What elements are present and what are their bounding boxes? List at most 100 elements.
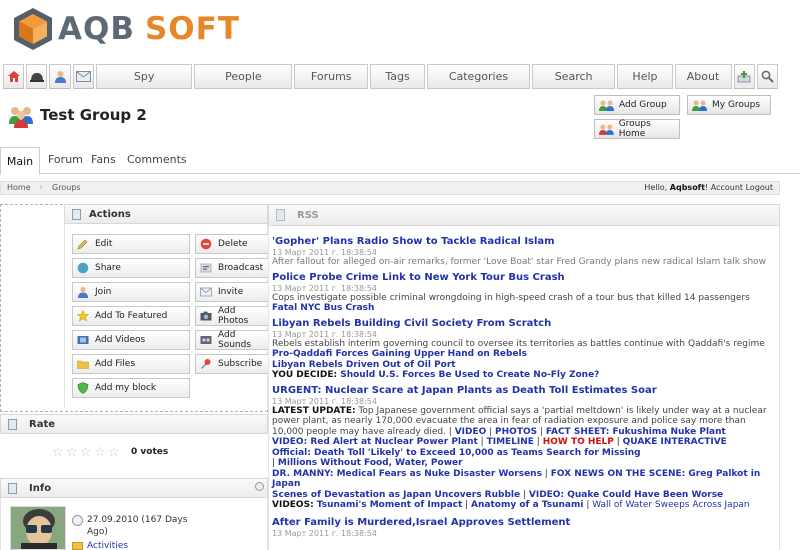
nav-tab-about[interactable]: About (674, 64, 732, 89)
rss-item-link[interactable]: Wall of Water Sweeps Across Japan (592, 500, 749, 510)
subscribe-button[interactable]: Subscribe (195, 354, 268, 374)
nav-tab-search[interactable]: Search (531, 64, 616, 89)
rss-item-line: | Millions Without Food, Water, Power (272, 458, 463, 468)
user-icon (78, 286, 88, 298)
search-icon (761, 70, 774, 83)
mail-icon (75, 71, 91, 82)
rss-item-link[interactable]: VIDEO: Red Alert at Nuclear Power Plant (272, 437, 478, 447)
home-icon (7, 71, 20, 82)
my-groups-button[interactable]: My Groups (687, 95, 771, 115)
star-icon[interactable]: ☆ (94, 446, 107, 459)
nav-tab-help[interactable]: Help (617, 64, 673, 89)
group-icon (692, 100, 707, 111)
rss-item-title[interactable]: After Family is Murdered,Israel Approves… (272, 516, 776, 529)
rss-item-line: VIDEO: Red Alert at Nuclear Power Plant … (272, 437, 727, 447)
nav-tab-spy[interactable]: Spy (95, 64, 193, 89)
rss-item-link[interactable]: Pro-Qaddafi Forces Gaining Upper Hand on… (272, 349, 776, 360)
nav-tab-forums[interactable]: Forums (294, 64, 368, 89)
star-icon[interactable]: ☆ (66, 446, 79, 459)
group-tabs: Main Forum Fans Comments (0, 147, 800, 175)
account-link[interactable]: Account (711, 183, 743, 192)
rating-stars[interactable]: ☆ ☆ ☆ ☆ ☆ (52, 446, 122, 459)
rss-panel-header[interactable]: RSS (268, 204, 780, 226)
tab-fans[interactable]: Fans (91, 153, 116, 166)
nav-tab-people[interactable]: People (194, 64, 293, 89)
add-videos-button[interactable]: Add Videos (72, 330, 190, 350)
add-files-button[interactable]: Add Files (72, 354, 190, 374)
globe-icon (77, 262, 89, 274)
rss-item-link[interactable]: PHOTOS (495, 427, 537, 437)
rss-item-title[interactable]: 'Gopher' Plans Radio Show to Tackle Radi… (272, 235, 776, 248)
rss-item-date: 13 Март 2011 г. 18:38:54 (272, 329, 377, 339)
rss-item-link[interactable]: VIDEO: Quake Could Have Been Worse (529, 490, 723, 500)
rss-item-link[interactable]: Should U.S. Forces Be Used to Create No-… (337, 370, 599, 380)
created-date: 27.09.2010 (167 Days Ago) (72, 514, 202, 538)
rss-item-link[interactable]: Official: Death Toll 'Likely' to Exceed … (272, 448, 776, 459)
rss-item-title[interactable]: Police Probe Crime Link to New York Tour… (272, 271, 776, 284)
collapse-icon[interactable] (255, 482, 264, 491)
username-link[interactable]: Aqbsoft (670, 183, 705, 192)
rss-item-link[interactable]: Millions Without Food, Water, Power (278, 458, 463, 468)
share-button[interactable]: Share (72, 258, 190, 278)
rate-panel-header[interactable]: Rate (0, 414, 268, 434)
rss-item-link[interactable]: HOW TO HELP (543, 437, 614, 447)
activities-link[interactable]: Activities (72, 541, 128, 550)
rss-feed: 'Gopher' Plans Radio Show to Tackle Radi… (272, 232, 776, 538)
add-group-button[interactable]: Add Group (594, 95, 680, 115)
delete-button[interactable]: Delete (195, 234, 268, 254)
group-icon (599, 124, 614, 135)
star-icon[interactable]: ☆ (108, 446, 121, 459)
join-button[interactable]: Join (72, 282, 190, 302)
rss-item-date: 13 Март 2011 г. 18:38:54 (272, 248, 377, 257)
breadcrumb-groups[interactable]: Groups (52, 183, 81, 192)
helmet-icon (29, 72, 44, 82)
actions-panel-header[interactable]: Actions (64, 204, 268, 224)
rss-item-title[interactable]: Libyan Rebels Building Civil Society Fro… (272, 317, 776, 330)
rss-item-link[interactable]: FACT SHEET: Fukushima Nuke Plant (546, 427, 726, 437)
add-photos-button[interactable]: Add Photos (195, 306, 268, 326)
folder-icon (72, 542, 83, 550)
rss-item-desc: LATEST UPDATE: Top Japanese government o… (272, 405, 767, 437)
nav-search-button[interactable] (756, 64, 778, 89)
votes-count: 0 votes (131, 447, 169, 457)
breadcrumb-home[interactable]: Home (7, 183, 31, 192)
top-navigation: Spy People Forums Tags Categories Search… (3, 64, 780, 89)
invite-button[interactable]: Invite (195, 282, 268, 302)
rss-item-link[interactable]: Scenes of Devastation as Japan Uncovers … (272, 490, 520, 500)
logout-link[interactable]: Logout (746, 183, 773, 192)
film-icon (77, 336, 89, 344)
rss-item-link[interactable]: VIDEO (455, 427, 487, 437)
star-icon[interactable]: ☆ (80, 446, 93, 459)
document-icon (8, 419, 17, 430)
tab-forum[interactable]: Forum (48, 153, 83, 166)
site-logo[interactable]: AQB SOFT (10, 4, 240, 54)
rss-item-link[interactable]: Fatal NYC Bus Crash (272, 303, 776, 314)
rss-item-link[interactable]: Tsunami's Moment of Impact (314, 500, 462, 510)
add-sounds-button[interactable]: Add Sounds (195, 330, 268, 350)
star-icon[interactable]: ☆ (52, 446, 65, 459)
nav-add-button[interactable] (733, 64, 755, 89)
rss-item-link[interactable]: TIMELINE (487, 437, 534, 447)
nav-mail-button[interactable] (72, 64, 94, 89)
user-greeting: Hello, Aqbsoft! Account Logout (644, 183, 773, 192)
tab-comments[interactable]: Comments (127, 153, 187, 166)
avatar[interactable] (10, 506, 66, 550)
add-my-block-button[interactable]: Add my block (72, 378, 190, 398)
add-to-featured-button[interactable]: Add To Featured (72, 306, 190, 326)
info-panel-header[interactable]: Info (0, 478, 268, 498)
rss-item-link[interactable]: Libyan Rebels Driven Out of Oil Port (272, 360, 776, 371)
nav-tab-tags[interactable]: Tags (369, 64, 426, 89)
nav-profile-button[interactable] (26, 64, 48, 89)
rss-item-link[interactable]: DR. MANNY: Medical Fears as Nuke Disaste… (272, 469, 542, 479)
rss-item-title[interactable]: URGENT: Nuclear Scare at Japan Plants as… (272, 384, 776, 397)
nav-user-button[interactable] (49, 64, 71, 89)
pin-icon (201, 359, 211, 369)
rss-item-link[interactable]: QUAKE INTERACTIVE (623, 437, 727, 447)
nav-tab-categories[interactable]: Categories (427, 64, 530, 89)
edit-button[interactable]: Edit (72, 234, 190, 254)
nav-home-button[interactable] (3, 64, 25, 89)
tab-main[interactable]: Main (0, 147, 40, 175)
rss-item-link[interactable]: Anatomy of a Tsunami (471, 500, 583, 510)
groups-home-button[interactable]: Groups Home (594, 119, 680, 139)
broadcast-button[interactable]: Broadcast (195, 258, 268, 278)
